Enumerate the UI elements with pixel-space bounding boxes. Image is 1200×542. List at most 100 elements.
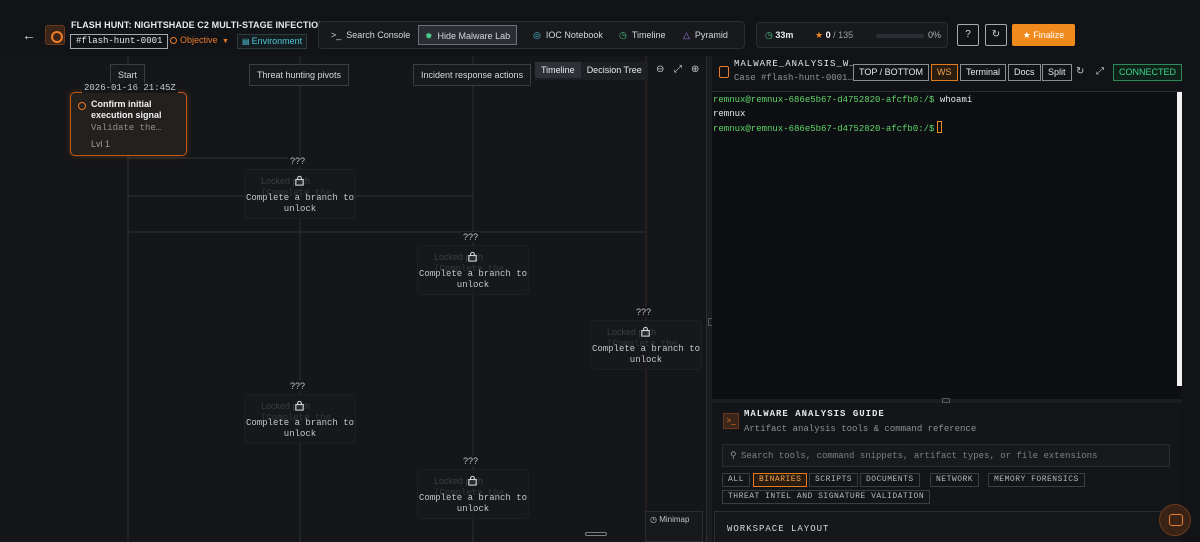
lock-icon — [468, 475, 477, 486]
stats-panel: ◷ 33m ★ 0 / 135 0% — [756, 22, 948, 48]
timeline-button[interactable]: ◷ Timeline — [613, 25, 672, 45]
shell-command: whoami — [934, 95, 973, 105]
decision-tree-canvas[interactable]: Start Threat hunting pivots Incident res… — [0, 56, 706, 542]
guide-search: ⚲ — [722, 444, 1170, 467]
lock-icon — [468, 251, 477, 262]
locked-node[interactable]: Locked path [Complete the… ??? Complete a… — [244, 156, 356, 225]
minimap-label: Minimap — [659, 515, 690, 524]
terminal-icon: >_ — [331, 30, 342, 40]
root-node[interactable]: 2026-01-16 21:45Z Confirm initial execut… — [70, 83, 187, 156]
tab-timeline[interactable]: Timeline — [535, 62, 581, 78]
node-timestamp: 2026-01-16 21:45Z — [82, 83, 178, 93]
locked-node-message: Complete a branch to unlock — [245, 418, 355, 439]
target-icon — [170, 37, 177, 44]
score-total: / 135 — [833, 30, 854, 40]
ioc-notebook-button[interactable]: ◎ IOC Notebook — [527, 25, 609, 45]
locked-node-label: ??? — [461, 456, 481, 466]
search-console-label: Search Console — [346, 30, 411, 40]
environment-button[interactable]: ▤ Environment — [237, 34, 308, 49]
terminal-header: MALWARE_ANALYSIS_W… Case #flash-hunt-000… — [712, 56, 1183, 92]
clock-icon: ◷ — [619, 30, 627, 40]
shell-output: remnux — [713, 109, 746, 119]
progress-bar — [876, 34, 924, 38]
right-rail — [1182, 56, 1200, 542]
tab-decision-tree[interactable]: Decision Tree — [581, 62, 648, 78]
expand-icon[interactable]: ⤢ — [1096, 66, 1104, 77]
minimap[interactable]: ◷ Minimap — [645, 511, 703, 542]
canvas-scroll-handle[interactable] — [585, 532, 607, 536]
workspace-layout-title: WORKSPACE LAYOUT — [727, 524, 830, 534]
lock-icon — [641, 326, 650, 337]
app-title: FLASH HUNT: NIGHTSHADE C2 MULTI-STAGE IN… — [71, 20, 325, 30]
view-tabs: Timeline Decision Tree — [535, 62, 648, 80]
timeline-label: Timeline — [631, 30, 666, 40]
guide-search-input[interactable] — [741, 448, 1161, 463]
pyramid-icon: △ — [683, 30, 690, 40]
filter-binaries[interactable]: BINARIES — [753, 473, 808, 487]
objective-dropdown[interactable]: Objective ▼ — [170, 35, 229, 45]
locked-node-message: Complete a branch to unlock — [591, 344, 701, 365]
locked-node-label: ??? — [634, 307, 654, 317]
progress-percent: 0% — [928, 30, 942, 40]
filter-memory-forensics[interactable]: MEMORY FORENSICS — [988, 473, 1085, 487]
locked-node[interactable]: Locked path [Complete the… ??? Complete a… — [417, 456, 529, 525]
terminal-panel: MALWARE_ANALYSIS_W… Case #flash-hunt-000… — [712, 56, 1183, 399]
help-button[interactable]: ? — [957, 24, 979, 46]
layout-toggle-button[interactable]: TOP / BOTTOM — [853, 64, 930, 81]
terminal-window-icon — [719, 66, 729, 78]
fit-view-icon[interactable]: ⤢ — [674, 64, 682, 75]
docs-button[interactable]: Docs — [1008, 64, 1041, 81]
filter-documents[interactable]: DOCUMENTS — [860, 473, 920, 487]
zoom-in-icon[interactable]: ⊕ — [691, 64, 699, 75]
score-value: 0 — [825, 30, 831, 40]
locked-node-message: Complete a branch to unlock — [245, 193, 355, 214]
zoom-out-icon[interactable]: ⊖ — [656, 64, 664, 75]
finalize-button[interactable]: ★ Finalize — [1012, 24, 1075, 46]
filter-network[interactable]: NETWORK — [930, 473, 980, 487]
terminal-cursor — [937, 121, 943, 133]
search-console-button[interactable]: >_ Search Console — [325, 25, 416, 45]
bot-icon — [1169, 514, 1183, 526]
locked-node-message: Complete a branch to unlock — [418, 269, 528, 290]
locked-node-label: ??? — [288, 381, 308, 391]
locked-node-label: ??? — [288, 156, 308, 166]
malware-analysis-guide: >_ MALWARE ANALYSIS GUIDE Artifact analy… — [712, 403, 1182, 542]
hunt-id-badge: #flash-hunt-0001 — [70, 34, 169, 49]
main-nav: >_ Search Console ✹ Hide Malware Lab ◎ IOC … — [318, 21, 745, 49]
hide-malware-lab-button[interactable]: ✹ Hide Malware Lab — [418, 25, 518, 45]
ws-button[interactable]: WS — [931, 64, 958, 81]
refresh-icon: ↻ — [991, 29, 1001, 40]
trophy-icon: ★ — [815, 30, 824, 40]
terminal-tab-button[interactable]: Terminal — [960, 64, 1007, 81]
environment-label: Environment — [251, 36, 303, 46]
back-arrow-icon[interactable]: ← — [22, 27, 38, 43]
locked-node-label: ??? — [461, 232, 481, 242]
trophy-icon: ★ — [1022, 30, 1031, 40]
locked-node[interactable]: Locked path [Complete the… ??? Complete a… — [590, 307, 702, 376]
objective-label: Objective — [180, 35, 218, 45]
pyramid-label: Pyramid — [694, 30, 728, 40]
minimap-icon: ◷ — [650, 515, 657, 524]
hide-malware-lab-label: Hide Malware Lab — [437, 31, 511, 41]
filter-all[interactable]: ALL — [722, 473, 750, 487]
bug-icon: ✹ — [425, 31, 433, 41]
split-button[interactable]: Split — [1042, 64, 1072, 81]
node-description: Validate the… — [91, 123, 162, 133]
assistant-button[interactable] — [1159, 504, 1191, 536]
locked-node[interactable]: Locked path [Complete the… ??? Complete a… — [244, 381, 356, 450]
filter-scripts[interactable]: SCRIPTS — [809, 473, 859, 487]
terminal-output[interactable]: remnux@remnux-686e5b67-d4752820-afcfb0:/… — [712, 92, 1178, 387]
workspace-name: MALWARE_ANALYSIS_W… — [734, 59, 856, 69]
workspace-layout-section[interactable]: WORKSPACE LAYOUT — [714, 511, 1180, 542]
timer-icon: ◷ — [765, 30, 773, 40]
locked-node[interactable]: Locked path [Complete the… ??? Complete a… — [417, 232, 529, 301]
reconnect-icon[interactable]: ↻ — [1076, 66, 1084, 77]
guide-subtitle: Artifact analysis tools & command refere… — [744, 424, 977, 434]
pyramid-button[interactable]: △ Pyramid — [677, 25, 734, 45]
reset-button[interactable]: ↻ — [985, 24, 1007, 46]
filter-threat-intel[interactable]: THREAT INTEL AND SIGNATURE VALIDATION — [722, 490, 931, 504]
finalize-label: Finalize — [1033, 30, 1065, 40]
elapsed-time: 33m — [775, 30, 794, 40]
server-icon: ▤ — [242, 37, 250, 46]
target-icon — [78, 102, 86, 110]
